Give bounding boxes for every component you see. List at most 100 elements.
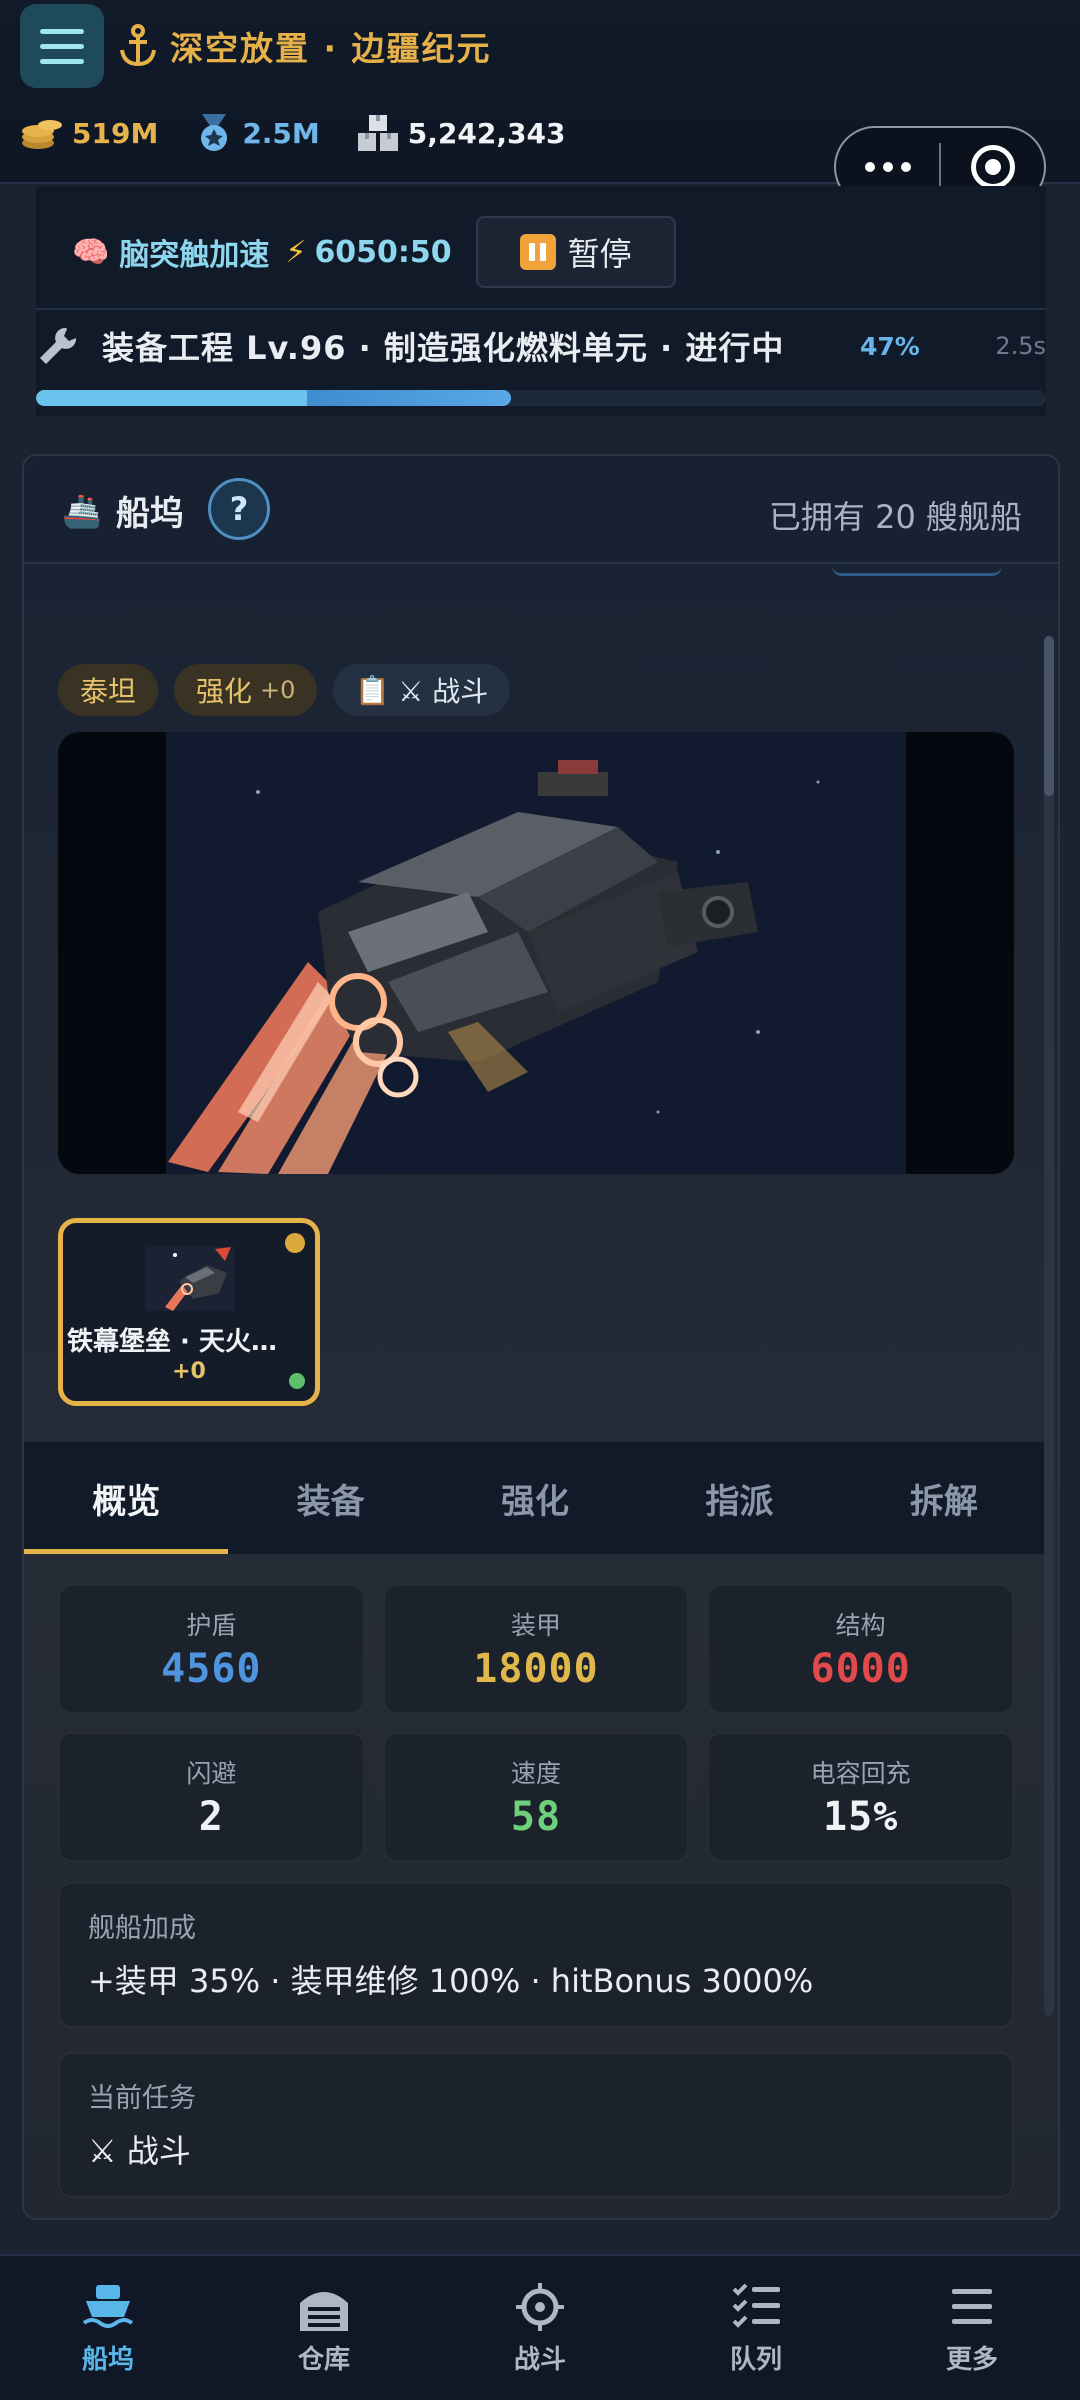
nav-dock-label: 船坞 xyxy=(81,2344,134,2375)
nav-queue[interactable]: 队列 xyxy=(648,2256,864,2400)
target-icon xyxy=(970,145,1015,189)
pause-button[interactable]: 暂停 xyxy=(475,216,676,288)
tab-assign[interactable]: 指派 xyxy=(637,1442,841,1554)
stat-label: 结构 xyxy=(835,1611,886,1640)
boost-timer-text: 6050:50 xyxy=(314,234,452,270)
crosshair-icon xyxy=(516,2282,564,2331)
nav-warehouse[interactable]: 仓库 xyxy=(216,2256,432,2400)
brain-icon: 🧠 xyxy=(72,234,110,270)
resource-coins[interactable]: 519M xyxy=(20,115,158,151)
task-progress-fill xyxy=(36,390,511,406)
rarity-dot xyxy=(285,1233,305,1253)
tab-equipment[interactable]: 装备 xyxy=(228,1442,432,1554)
menu-icon-line xyxy=(40,28,84,34)
dock-title: 🚢 船坞 xyxy=(62,486,184,535)
stat-armor: 装甲 18000 xyxy=(382,1584,690,1714)
ship-bonus-box: 舰船加成 +装甲 35% · 装甲维修 100% · hitBonus 3000… xyxy=(58,1882,1014,2028)
boost-timer: ⚡ 6050:50 xyxy=(285,235,451,270)
ship-card-level: +0 xyxy=(172,1359,206,1384)
medals-value: 2.5M xyxy=(242,116,320,150)
stat-shield: 护盾 4560 xyxy=(58,1584,365,1714)
ship-icon: 🚢 xyxy=(62,491,102,530)
hamburger-icon xyxy=(952,2288,992,2324)
stat-capacitor-recharge: 电容回充 15% xyxy=(707,1732,1014,1862)
activity-panel: 🧠 脑突触加速 ⚡ 6050:50 暂停 装备工程 Lv.96 · 制造强化燃料… xyxy=(36,186,1046,416)
top-bar: 深空放置 · 边疆纪元 519M 2.5M 5,242,343 xyxy=(0,0,1080,208)
class-tag-text: 泰坦 xyxy=(80,675,137,708)
task-percent: 47% xyxy=(860,331,920,361)
ship-card-selected[interactable]: 铁幕堡垒 · 天火… +0 xyxy=(58,1218,320,1406)
close-miniprogram-button[interactable] xyxy=(941,145,1044,189)
checklist-icon xyxy=(732,2283,780,2328)
clipboard-icon: 📋 xyxy=(355,673,391,707)
coins-icon xyxy=(22,120,62,149)
owned-ships-count: 已拥有 20 艘舰船 xyxy=(768,498,1022,536)
scrollbar-track[interactable] xyxy=(1044,636,1054,2016)
nav-queue-label: 队列 xyxy=(729,2344,782,2375)
stat-label: 护盾 xyxy=(186,1611,237,1640)
nav-battle[interactable]: 战斗 xyxy=(432,2256,648,2400)
resource-crates[interactable]: 5,242,343 xyxy=(356,113,566,153)
class-tag: 泰坦 xyxy=(58,664,159,716)
ship-preview xyxy=(58,732,1014,1174)
nav-warehouse-label: 仓库 xyxy=(297,2344,350,2375)
enhance-tag-text: 强化 xyxy=(196,675,253,708)
stat-speed: 速度 58 xyxy=(382,1732,690,1862)
dock-header: 🚢 船坞 ? 已拥有 20 艘舰船 xyxy=(24,456,1058,564)
task-tag-text: ⚔ 战斗 xyxy=(398,675,489,708)
help-button[interactable]: ? xyxy=(208,478,270,540)
menu-icon-line xyxy=(40,43,84,49)
stat-value: 18000 xyxy=(473,1646,599,1692)
medal-icon xyxy=(201,114,228,151)
ship-render xyxy=(58,732,1014,1174)
current-mission-label: 当前任务 xyxy=(88,2083,196,2114)
ship-tabs: 概览 装备 强化 指派 拆解 xyxy=(24,1442,1046,1554)
current-mission-value: ⚔ 战斗 xyxy=(88,2132,191,2170)
stat-value: 15% xyxy=(823,1794,899,1840)
dock-scroll-area[interactable]: 泰坦 强化 +0 📋 ⚔ 战斗 铁幕堡垒 · 天火… +0 概览 装备 强化 指… xyxy=(24,566,1058,2218)
more-options-button[interactable] xyxy=(836,162,939,172)
stat-evasion: 闪避 2 xyxy=(58,1732,365,1862)
tab-overview[interactable]: 概览 xyxy=(24,1442,229,1554)
boost-label: 🧠 脑突触加速 xyxy=(72,230,269,274)
menu-icon-line xyxy=(40,58,84,64)
nav-more-label: 更多 xyxy=(945,2344,998,2375)
app-title-text: 深空放置 · 边疆纪元 xyxy=(170,29,492,68)
resource-medals[interactable]: 2.5M xyxy=(194,112,320,154)
ship-thumbnail-image xyxy=(145,1247,235,1311)
hidden-element-edge xyxy=(832,566,1002,576)
dock-title-text: 船坞 xyxy=(115,494,184,534)
nav-more[interactable]: 更多 xyxy=(864,2256,1080,2400)
stat-label: 闪避 xyxy=(186,1759,237,1788)
stat-label: 装甲 xyxy=(510,1611,561,1640)
task-progress-bar xyxy=(36,390,1046,406)
crates-value: 5,242,343 xyxy=(407,116,566,150)
anchor-icon xyxy=(120,24,156,67)
resource-bar: 519M 2.5M 5,242,343 xyxy=(20,112,565,154)
nav-dock[interactable]: 船坞 xyxy=(0,2256,216,2400)
scrollbar-thumb[interactable] xyxy=(1044,636,1054,796)
crates-icon xyxy=(357,115,398,151)
status-dot xyxy=(289,1373,305,1389)
task-description: 装备工程 Lv.96 · 制造强化燃料单元 · 进行中 xyxy=(102,329,785,367)
ship-icon xyxy=(82,2284,134,2328)
ship-stats-grid: 护盾 4560 装甲 18000 结构 6000 闪避 2 速度 58 电容回充… xyxy=(58,1584,1014,1862)
app-title: 深空放置 · 边疆纪元 xyxy=(118,18,492,74)
stat-structure: 结构 6000 xyxy=(707,1584,1014,1714)
menu-button[interactable] xyxy=(20,4,104,88)
boost-label-text: 脑突触加速 xyxy=(119,238,270,273)
boost-row: 🧠 脑突触加速 ⚡ 6050:50 暂停 xyxy=(72,216,676,288)
lightning-icon: ⚡ xyxy=(285,234,307,270)
stat-label: 电容回充 xyxy=(810,1759,911,1788)
wrench-icon xyxy=(40,327,77,364)
tab-enhance[interactable]: 强化 xyxy=(433,1442,637,1554)
tab-dismantle[interactable]: 拆解 xyxy=(842,1442,1046,1554)
nav-battle-label: 战斗 xyxy=(513,2344,566,2375)
ship-card-name: 铁幕堡垒 · 天火… xyxy=(67,1327,277,1357)
current-task-row: 装备工程 Lv.96 · 制造强化燃料单元 · 进行中 47% 2.5s xyxy=(36,322,1046,370)
task-tag: 📋 ⚔ 战斗 xyxy=(333,664,511,716)
coins-value: 519M xyxy=(72,116,159,150)
ship-tags: 泰坦 强化 +0 📋 ⚔ 战斗 xyxy=(58,664,511,716)
stat-value: 4560 xyxy=(161,1646,262,1692)
ship-bonus-label: 舰船加成 xyxy=(88,1913,196,1944)
